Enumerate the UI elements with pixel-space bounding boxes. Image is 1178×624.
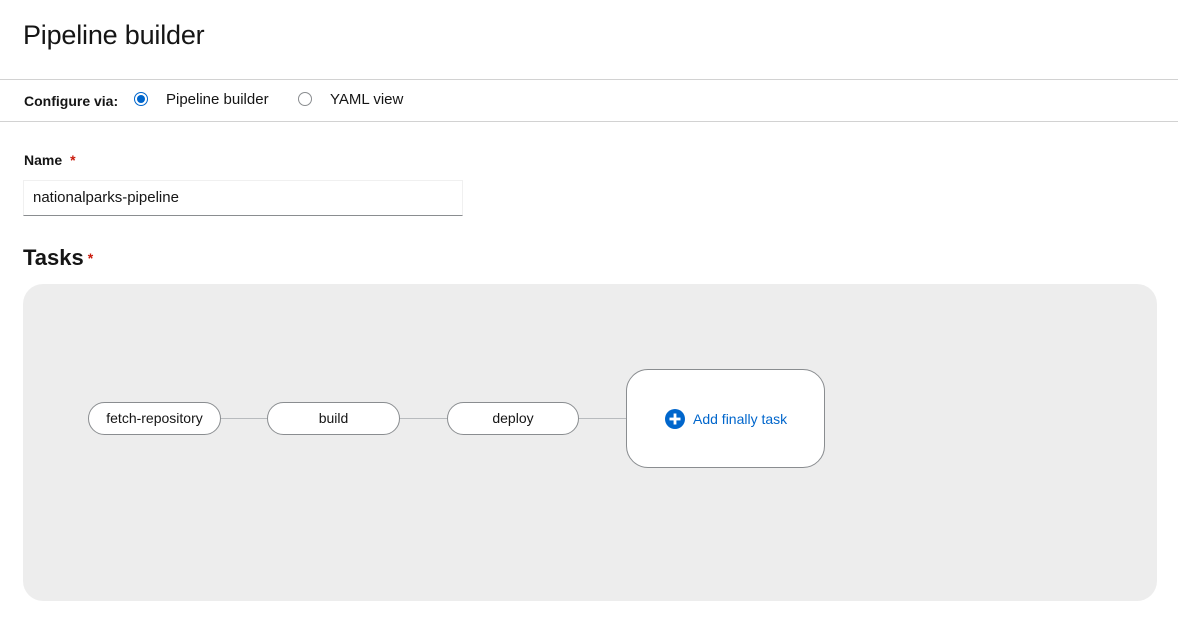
yaml-view-radio-label[interactable]: YAML view [330,91,403,109]
task-node-deploy[interactable]: deploy [447,402,579,435]
name-input[interactable]: nationalparks-pipeline [23,180,463,216]
tasks-heading: Tasks * [23,244,93,272]
radio-unchecked-icon[interactable] [298,92,312,106]
pipeline-canvas: fetch-repository build deploy Add finall… [23,284,1157,601]
tasks-title-text: Tasks [23,245,84,270]
task-connector [399,418,447,419]
task-node-build[interactable]: build [267,402,400,435]
pipeline-builder-page: Pipeline builder Configure via: Pipeline… [0,0,1178,624]
name-label-text: Name [24,152,63,168]
plus-circle-icon[interactable] [665,409,685,429]
required-marker: * [70,152,76,168]
add-finally-task-label[interactable]: Add finally task [693,411,787,428]
pipeline-builder-radio-label[interactable]: Pipeline builder [166,91,269,109]
task-connector [220,418,267,419]
configure-via-label: Configure via: [24,93,119,109]
task-connector [578,418,626,419]
radio-checked-icon[interactable] [134,92,148,106]
configure-bar: Configure via: Pipeline builder YAML vie… [0,79,1178,122]
add-finally-task-button[interactable]: Add finally task [626,369,825,468]
page-title: Pipeline builder [23,20,205,50]
task-node-fetch-repository[interactable]: fetch-repository [88,402,221,435]
tasks-required-marker: * [87,250,94,266]
name-field-label: Name * [24,152,76,169]
